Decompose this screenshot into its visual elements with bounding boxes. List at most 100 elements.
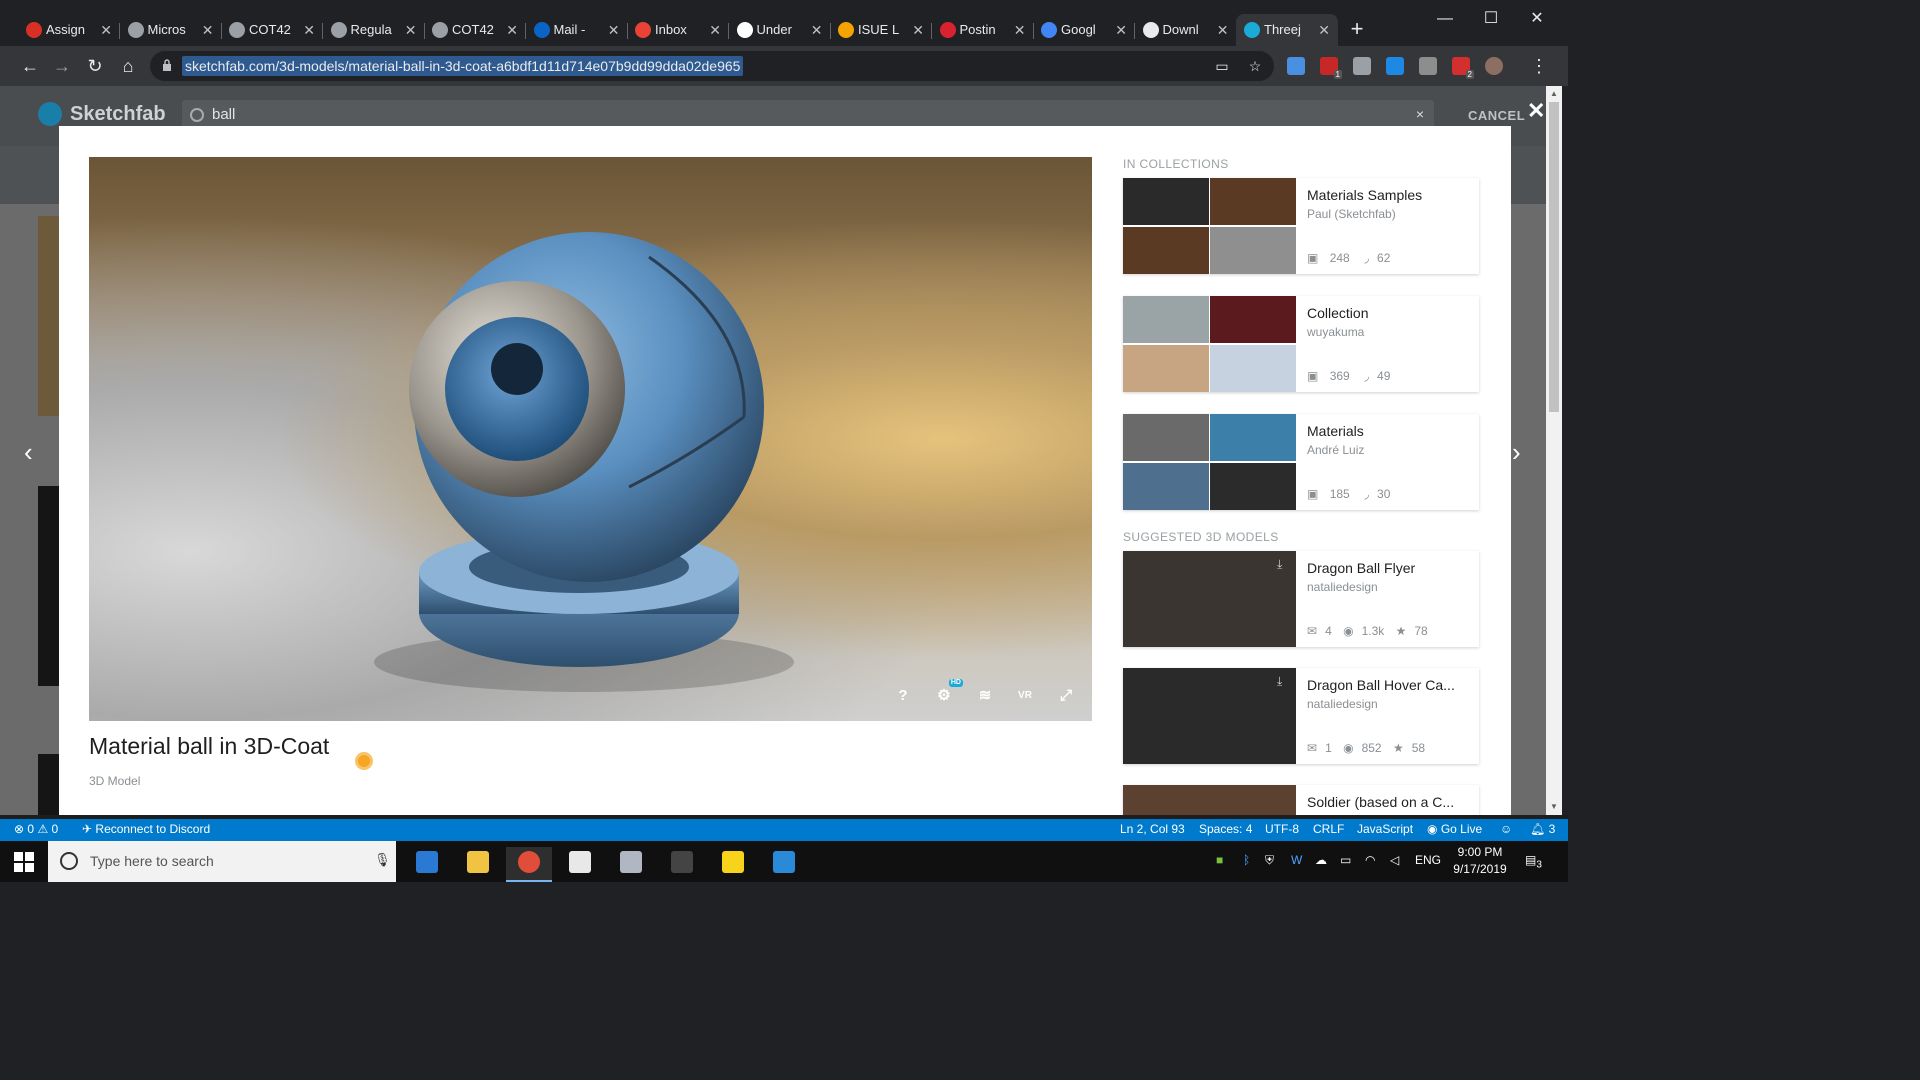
slack-app-icon[interactable]: [557, 847, 603, 882]
browser-tab[interactable]: Under ✕: [729, 14, 831, 46]
paint-app-icon[interactable]: [608, 847, 654, 882]
download-icon[interactable]: ⤓: [1277, 674, 1282, 689]
browser-tab[interactable]: Downl ✕: [1135, 14, 1237, 46]
tab-close-icon[interactable]: ✕: [1014, 14, 1026, 46]
ghost-extension-icon[interactable]: [1353, 57, 1371, 75]
line-ending[interactable]: CRLF: [1313, 822, 1344, 836]
reload-button[interactable]: ↻: [83, 54, 107, 78]
terminal-app-icon[interactable]: [659, 847, 705, 882]
profile-avatar[interactable]: [1485, 57, 1503, 75]
back-button[interactable]: ←: [18, 54, 42, 78]
suggested-model-card[interactable]: Soldier (based on a C...: [1123, 785, 1479, 815]
collection-card[interactable]: Materials André Luiz ▣ 185 ◞ 30: [1123, 414, 1479, 510]
settings-gear-icon[interactable]: ⚙ HD: [933, 679, 963, 707]
tab-close-icon[interactable]: ✕: [912, 14, 924, 46]
collection-title[interactable]: Collection: [1307, 305, 1471, 321]
browser-tab[interactable]: COT42 ✕: [424, 14, 526, 46]
sketchfab-logo[interactable]: Sketchfab: [38, 102, 166, 126]
tab-close-icon[interactable]: ✕: [1115, 14, 1127, 46]
translate-extension-icon[interactable]: [1287, 57, 1305, 75]
collection-title[interactable]: Materials Samples: [1307, 187, 1471, 203]
nvidia-tray-icon[interactable]: ■: [1216, 853, 1223, 867]
scrollbar-thumb[interactable]: [1549, 102, 1559, 412]
chrome-app-icon[interactable]: [506, 847, 552, 882]
adblock-extension-icon[interactable]: 1: [1320, 57, 1342, 79]
home-button[interactable]: ⌂: [116, 54, 140, 78]
taskbar-search-input[interactable]: Type here to search 🎙︎: [48, 841, 396, 882]
collection-author[interactable]: André Luiz: [1307, 443, 1364, 457]
wifi-tray-icon[interactable]: ◠: [1365, 853, 1375, 867]
new-tab-button[interactable]: +: [1346, 18, 1368, 40]
tab-close-icon[interactable]: ✕: [1217, 14, 1229, 46]
model-thumbnail[interactable]: [1123, 551, 1296, 647]
browser-tab[interactable]: Micros ✕: [120, 14, 222, 46]
go-live[interactable]: ◉ Go Live: [1427, 822, 1482, 836]
close-window-icon[interactable]: ✕: [1514, 8, 1560, 30]
3d-viewer[interactable]: ? ⚙ HD ≋ VR ⤢: [89, 157, 1092, 721]
notifications[interactable]: 🔔︎ 3: [1530, 822, 1555, 836]
forward-button[interactable]: →: [50, 54, 74, 78]
cast-icon[interactable]: ▭: [1213, 57, 1231, 75]
address-bar[interactable]: sketchfab.com/3d-models/material-ball-in…: [150, 51, 1274, 81]
maximize-window-icon[interactable]: ☐: [1468, 8, 1514, 30]
indentation[interactable]: Spaces: 4: [1199, 822, 1252, 836]
browser-tab[interactable]: Googl ✕: [1033, 14, 1135, 46]
language-indicator[interactable]: ENG: [1415, 853, 1441, 867]
bluetooth-tray-icon[interactable]: ᛒ: [1243, 853, 1250, 867]
tab-close-icon[interactable]: ✕: [100, 14, 112, 46]
browser-tab[interactable]: Assign ✕: [18, 14, 120, 46]
vscode-app-icon[interactable]: [761, 847, 807, 882]
model-thumbnail[interactable]: [1123, 668, 1296, 764]
previous-model-arrow-icon[interactable]: ‹: [24, 439, 33, 465]
microphone-icon[interactable]: 🎙︎: [374, 852, 391, 868]
browser-tab[interactable]: Inbox ✕: [627, 14, 729, 46]
tab-close-icon[interactable]: ✕: [811, 14, 823, 46]
tab-close-icon[interactable]: ✕: [202, 14, 214, 46]
suggested-model-card[interactable]: ⤓ Dragon Ball Flyer nataliedesign ✉ 4 ◉ 1.3k …: [1123, 551, 1479, 647]
tab-close-icon[interactable]: ✕: [303, 14, 315, 46]
suggested-model-card[interactable]: ⤓ Dragon Ball Hover Ca... nataliedesign ✉ 1 …: [1123, 668, 1479, 764]
sticky-notes-app-icon[interactable]: [710, 847, 756, 882]
shield-extension-icon[interactable]: 2: [1452, 57, 1474, 79]
model-thumbnail[interactable]: [1123, 785, 1296, 815]
browser-tab[interactable]: Postin ✕: [932, 14, 1034, 46]
minimize-window-icon[interactable]: —: [1422, 8, 1468, 30]
discord-status[interactable]: ✈ Reconnect to Discord: [82, 822, 210, 836]
onedrive-tray-icon[interactable]: ☁: [1315, 853, 1327, 867]
bookmark-extension-icon[interactable]: [1386, 57, 1404, 75]
model-card-title[interactable]: Soldier (based on a C...: [1307, 794, 1471, 810]
tab-close-icon[interactable]: ✕: [506, 14, 518, 46]
model-card-author[interactable]: nataliedesign: [1307, 580, 1378, 594]
browser-tab[interactable]: Regula ✕: [323, 14, 425, 46]
system-clock[interactable]: 9:00 PM 9/17/2019: [1448, 844, 1512, 878]
bookmark-star-icon[interactable]: ☆: [1246, 57, 1264, 75]
volume-tray-icon[interactable]: ◁: [1390, 853, 1399, 867]
collection-author[interactable]: wuyakuma: [1307, 325, 1364, 339]
browser-tab[interactable]: Threej ✕: [1236, 14, 1338, 46]
browser-tab[interactable]: Mail - ✕: [526, 14, 628, 46]
next-model-arrow-icon[interactable]: ›: [1512, 439, 1521, 465]
tab-close-icon[interactable]: ✕: [405, 14, 417, 46]
problems-indicator[interactable]: ⊗ 0 ⚠ 0: [14, 822, 58, 836]
download-icon[interactable]: ⤓: [1277, 557, 1282, 572]
cursor-position[interactable]: Ln 2, Col 93: [1120, 822, 1185, 836]
security-tray-icon[interactable]: ⛨: [1265, 853, 1274, 868]
feedback-smiley-icon[interactable]: ☺: [1500, 822, 1512, 836]
chrome-menu-icon[interactable]: ⋮: [1527, 54, 1551, 78]
layers-icon[interactable]: ≋: [974, 685, 996, 707]
tab-close-icon[interactable]: ✕: [608, 14, 620, 46]
vr-icon[interactable]: VR: [1014, 685, 1036, 707]
edge-app-icon[interactable]: [404, 847, 450, 882]
action-center-icon[interactable]: ▤3: [1525, 853, 1542, 870]
collection-card[interactable]: Collection wuyakuma ▣ 369 ◞ 49: [1123, 296, 1479, 392]
cancel-button[interactable]: CANCEL: [1468, 108, 1525, 123]
browser-tab[interactable]: COT42 ✕: [221, 14, 323, 46]
fullscreen-icon[interactable]: ⤢: [1055, 685, 1077, 707]
scroll-down-icon[interactable]: ▼: [1546, 799, 1562, 815]
model-card-title[interactable]: Dragon Ball Flyer: [1307, 560, 1471, 576]
help-icon[interactable]: ?: [892, 685, 914, 707]
language-mode[interactable]: JavaScript: [1357, 822, 1413, 836]
model-card-author[interactable]: nataliedesign: [1307, 697, 1378, 711]
battery-tray-icon[interactable]: ▭: [1340, 853, 1351, 867]
encoding[interactable]: UTF-8: [1265, 822, 1299, 836]
